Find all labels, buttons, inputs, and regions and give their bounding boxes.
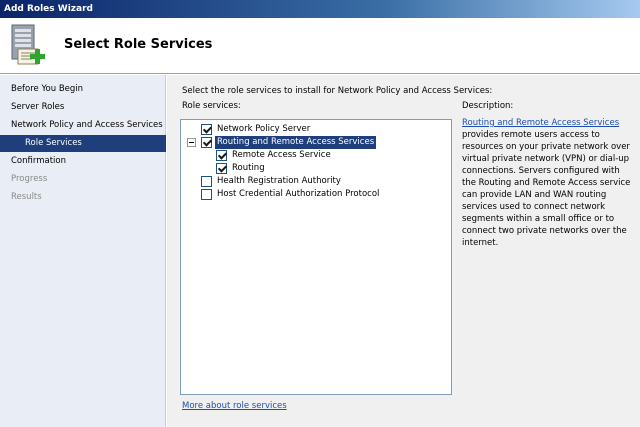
checkbox[interactable] [201,137,212,148]
collapse-icon[interactable] [187,138,196,147]
instruction-text: Select the role services to install for … [182,86,493,96]
checkbox[interactable] [216,150,227,161]
list-item-label: Remote Access Service [232,150,331,160]
more-about-role-services-link[interactable]: More about role services [182,401,287,411]
server-roles-icon [11,24,45,65]
window-title: Add Roles Wizard [4,4,93,14]
main-content: Select the role services to install for … [167,75,640,427]
page-title: Select Role Services [64,37,213,52]
list-item-label: Routing [232,163,265,173]
role-services-label: Role services: [182,101,241,111]
sidebar-item-confirmation[interactable]: Confirmation [0,153,166,170]
checkbox[interactable] [201,124,212,135]
sidebar-item-results: Results [11,192,42,202]
list-item-label: Network Policy Server [217,124,311,134]
description-link[interactable]: Routing and Remote Access Services [462,118,619,128]
sidebar-item-progress: Progress [11,174,48,184]
window-title-bar[interactable]: Add Roles Wizard [0,0,640,18]
list-item-label: Host Credential Authorization Protocol [217,189,380,199]
wizard-steps-sidebar: Before You Begin Server Roles Network Po… [0,75,166,427]
sidebar-item-network-policy[interactable]: Network Policy and Access Services [0,117,166,134]
sidebar-item-server-roles[interactable]: Server Roles [0,99,166,116]
role-services-list[interactable]: Network Policy Server Routing and Remote… [180,119,452,395]
list-item-label: Routing and Remote Access Services [215,136,377,149]
sidebar-item-role-services[interactable]: Role Services [0,135,166,152]
wizard-header: Select Role Services [0,18,640,74]
list-item-label: Health Registration Authority [217,176,341,186]
description-body: Routing and Remote Access Services provi… [462,117,632,249]
list-item-routing-remote-access[interactable]: Routing and Remote Access Services [187,136,387,149]
checkbox[interactable] [216,163,227,174]
description-text: provides remote users access to resource… [462,130,631,248]
description-title: Description: [462,101,514,111]
checkbox[interactable] [201,189,212,200]
sidebar-item-before-you-begin[interactable]: Before You Begin [0,81,166,98]
checkbox[interactable] [201,176,212,187]
